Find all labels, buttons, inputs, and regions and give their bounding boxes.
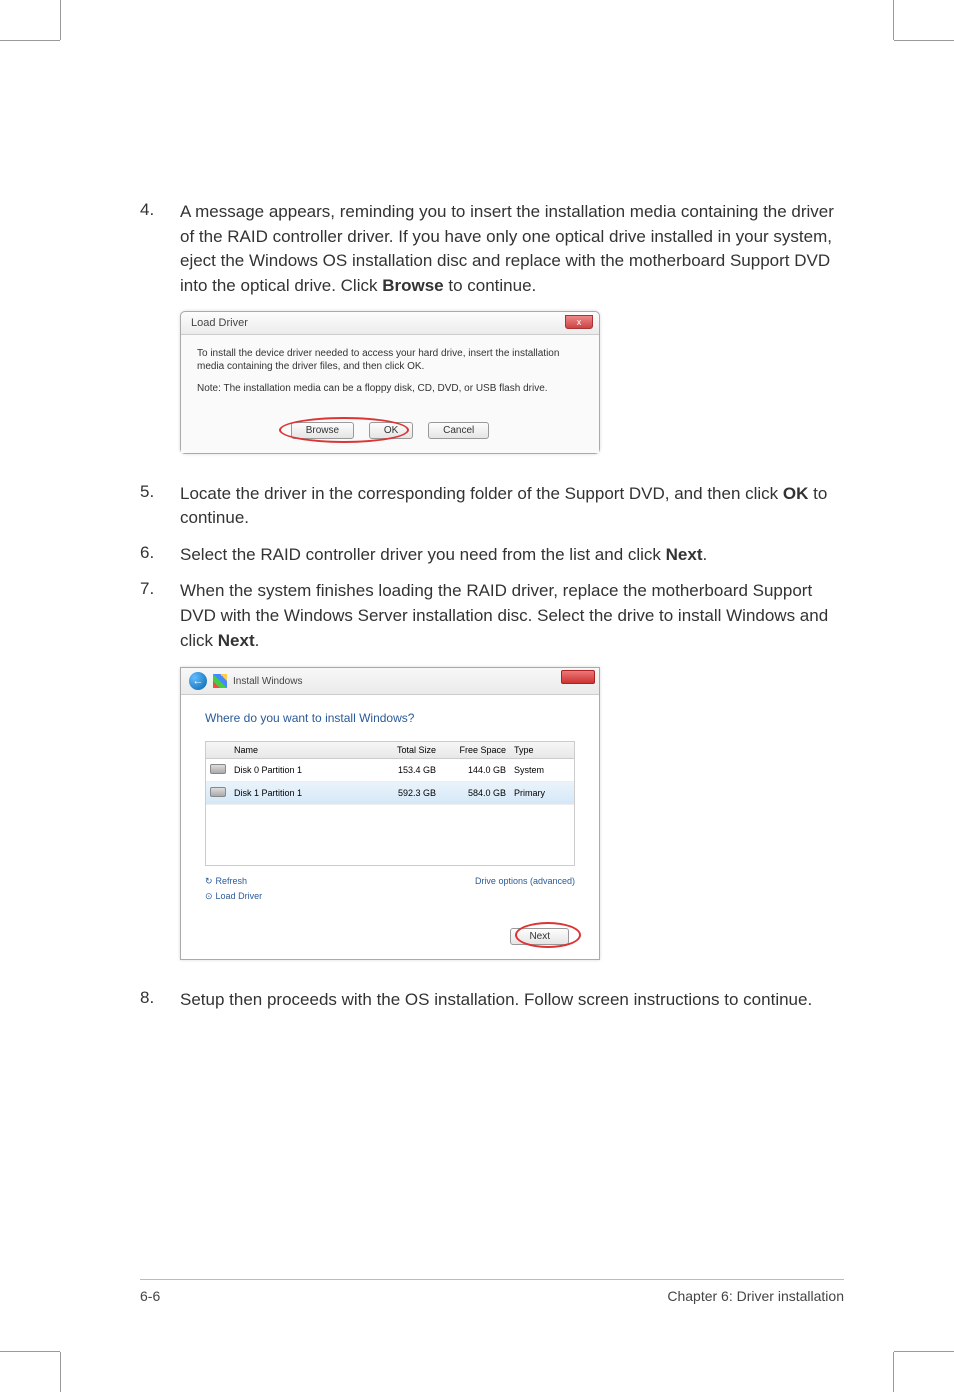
dialog-title-bar: ← Install Windows <box>181 668 599 695</box>
step-number: 4. <box>140 200 180 299</box>
drive-options-link[interactable]: Drive options (advanced) <box>475 876 575 906</box>
cell-free: 144.0 GB <box>444 765 514 775</box>
step-number: 7. <box>140 579 180 653</box>
step-text: Locate the driver in the corresponding f… <box>180 482 844 531</box>
screenshot-load-driver: Load Driver x To install the device driv… <box>180 311 844 454</box>
screenshot-install-windows: ← Install Windows Where do you want to i… <box>180 667 844 960</box>
dialog-body: Where do you want to install Windows? Na… <box>181 695 599 959</box>
cell-type: Primary <box>514 788 574 798</box>
step-7: 7. When the system finishes loading the … <box>140 579 844 653</box>
load-driver-link[interactable]: ⊙Load Driver <box>205 891 262 902</box>
ok-button[interactable]: OK <box>369 422 413 439</box>
disc-icon: ⊙ <box>205 891 213 901</box>
close-icon: x <box>577 317 582 327</box>
partition-table: Name Total Size Free Space Type Disk 0 P… <box>205 741 575 866</box>
page-footer: 6-6 Chapter 6: Driver installation <box>140 1279 844 1304</box>
text: Setup then proceeds with the OS installa… <box>180 990 812 1009</box>
step-number: 8. <box>140 988 180 1013</box>
col-free: Free Space <box>444 745 514 755</box>
cell-name: Disk 0 Partition 1 <box>230 765 374 775</box>
bold: Next <box>218 631 255 650</box>
step-number: 6. <box>140 543 180 568</box>
close-button[interactable] <box>561 670 595 684</box>
col-size: Total Size <box>374 745 444 755</box>
step-text: Select the RAID controller driver you ne… <box>180 543 844 568</box>
step-text: Setup then proceeds with the OS installa… <box>180 988 844 1013</box>
step-text: A message appears, reminding you to inse… <box>180 200 844 299</box>
cell-type: System <box>514 765 574 775</box>
load-driver-dialog: Load Driver x To install the device driv… <box>180 311 600 454</box>
page: 4. A message appears, reminding you to i… <box>80 60 874 1332</box>
col-name: Name <box>230 745 374 755</box>
table-header: Name Total Size Free Space Type <box>206 742 574 759</box>
page-number: 6-6 <box>140 1288 160 1304</box>
text: . <box>255 631 260 650</box>
col-type: Type <box>514 745 574 755</box>
table-row[interactable]: Disk 0 Partition 1 153.4 GB 144.0 GB Sys… <box>206 759 574 782</box>
text: Select the RAID controller driver you ne… <box>180 545 666 564</box>
text: When the system finishes loading the RAI… <box>180 581 828 649</box>
step-number: 5. <box>140 482 180 531</box>
chapter-title: Chapter 6: Driver installation <box>667 1288 844 1304</box>
cell-size: 153.4 GB <box>374 765 444 775</box>
drive-icon <box>210 764 226 774</box>
bold: Browse <box>382 276 443 295</box>
next-button-wrap: Next <box>205 928 575 945</box>
step-6: 6. Select the RAID controller driver you… <box>140 543 844 568</box>
dialog-links: ↻Refresh ⊙Load Driver Drive options (adv… <box>205 876 575 906</box>
dialog-heading: Where do you want to install Windows? <box>205 711 575 725</box>
text: . <box>703 545 708 564</box>
text: Locate the driver in the corresponding f… <box>180 484 783 503</box>
bold: OK <box>783 484 809 503</box>
text: to continue. <box>444 276 537 295</box>
dialog-message: To install the device driver needed to a… <box>197 347 583 373</box>
step-8: 8. Setup then proceeds with the OS insta… <box>140 988 844 1013</box>
table-spacer <box>206 805 574 865</box>
back-button[interactable]: ← <box>189 672 207 690</box>
refresh-icon: ↻ <box>205 876 213 886</box>
step-text: When the system finishes loading the RAI… <box>180 579 844 653</box>
close-button[interactable]: x <box>565 315 593 329</box>
cancel-button[interactable]: Cancel <box>428 422 489 439</box>
dialog-title: Install Windows <box>233 676 302 687</box>
content-area: 4. A message appears, reminding you to i… <box>80 60 874 1013</box>
dialog-note: Note: The installation media can be a fl… <box>197 383 583 394</box>
install-windows-dialog: ← Install Windows Where do you want to i… <box>180 667 600 960</box>
links-left: ↻Refresh ⊙Load Driver <box>205 876 262 906</box>
bold: Next <box>666 545 703 564</box>
cell-size: 592.3 GB <box>374 788 444 798</box>
next-button[interactable]: Next <box>510 928 569 945</box>
browse-button[interactable]: Browse <box>291 422 354 439</box>
cell-name: Disk 1 Partition 1 <box>230 788 374 798</box>
drive-icon <box>210 787 226 797</box>
step-5: 5. Locate the driver in the correspondin… <box>140 482 844 531</box>
cell-free: 584.0 GB <box>444 788 514 798</box>
refresh-link[interactable]: ↻Refresh <box>205 876 262 887</box>
step-4: 4. A message appears, reminding you to i… <box>140 200 844 299</box>
table-row[interactable]: Disk 1 Partition 1 592.3 GB 584.0 GB Pri… <box>206 782 574 805</box>
dialog-body: To install the device driver needed to a… <box>181 335 599 453</box>
dialog-title: Load Driver <box>191 317 248 329</box>
windows-flag-icon <box>213 674 227 688</box>
dialog-buttons: Browse OK Cancel <box>197 422 583 443</box>
back-arrow-icon: ← <box>193 675 204 687</box>
dialog-title-bar: Load Driver x <box>181 312 599 335</box>
